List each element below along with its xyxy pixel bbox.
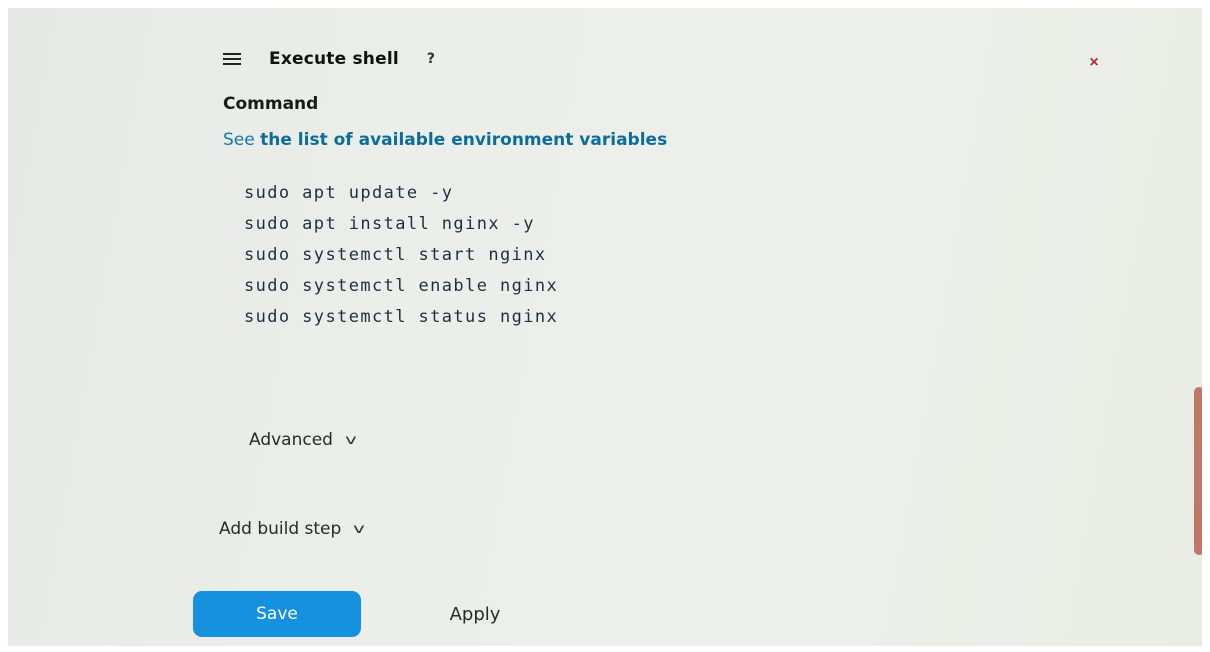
add-build-step-dropdown[interactable]: Add build step v: [219, 519, 365, 539]
save-button[interactable]: Save: [193, 591, 361, 637]
build-step-header: Execute shell ?: [223, 46, 435, 72]
apply-button[interactable]: Apply: [420, 591, 530, 637]
help-icon[interactable]: ?: [427, 51, 435, 67]
chevron-down-icon: v: [353, 521, 365, 537]
build-step-title: Execute shell: [269, 49, 399, 69]
scrollbar-thumb[interactable]: [1194, 387, 1202, 555]
advanced-label: Advanced: [249, 430, 333, 450]
env-vars-help: See the list of available environment va…: [223, 130, 667, 150]
close-icon: ×: [1089, 54, 1099, 71]
help-prefix: See: [223, 130, 261, 150]
add-build-step-label: Add build step: [219, 519, 342, 539]
delete-step-button[interactable]: ×: [1081, 50, 1107, 76]
env-vars-link[interactable]: the list of available environment variab…: [260, 130, 667, 150]
command-label: Command: [223, 94, 319, 114]
drag-handle-icon[interactable]: [223, 53, 241, 65]
command-textarea[interactable]: sudo apt update -y sudo apt install ngin…: [232, 174, 992, 374]
jenkins-config-page: Execute shell ? × Command See the list o…: [8, 8, 1202, 646]
chevron-down-icon: v: [345, 432, 357, 448]
advanced-toggle[interactable]: Advanced v: [249, 430, 357, 450]
